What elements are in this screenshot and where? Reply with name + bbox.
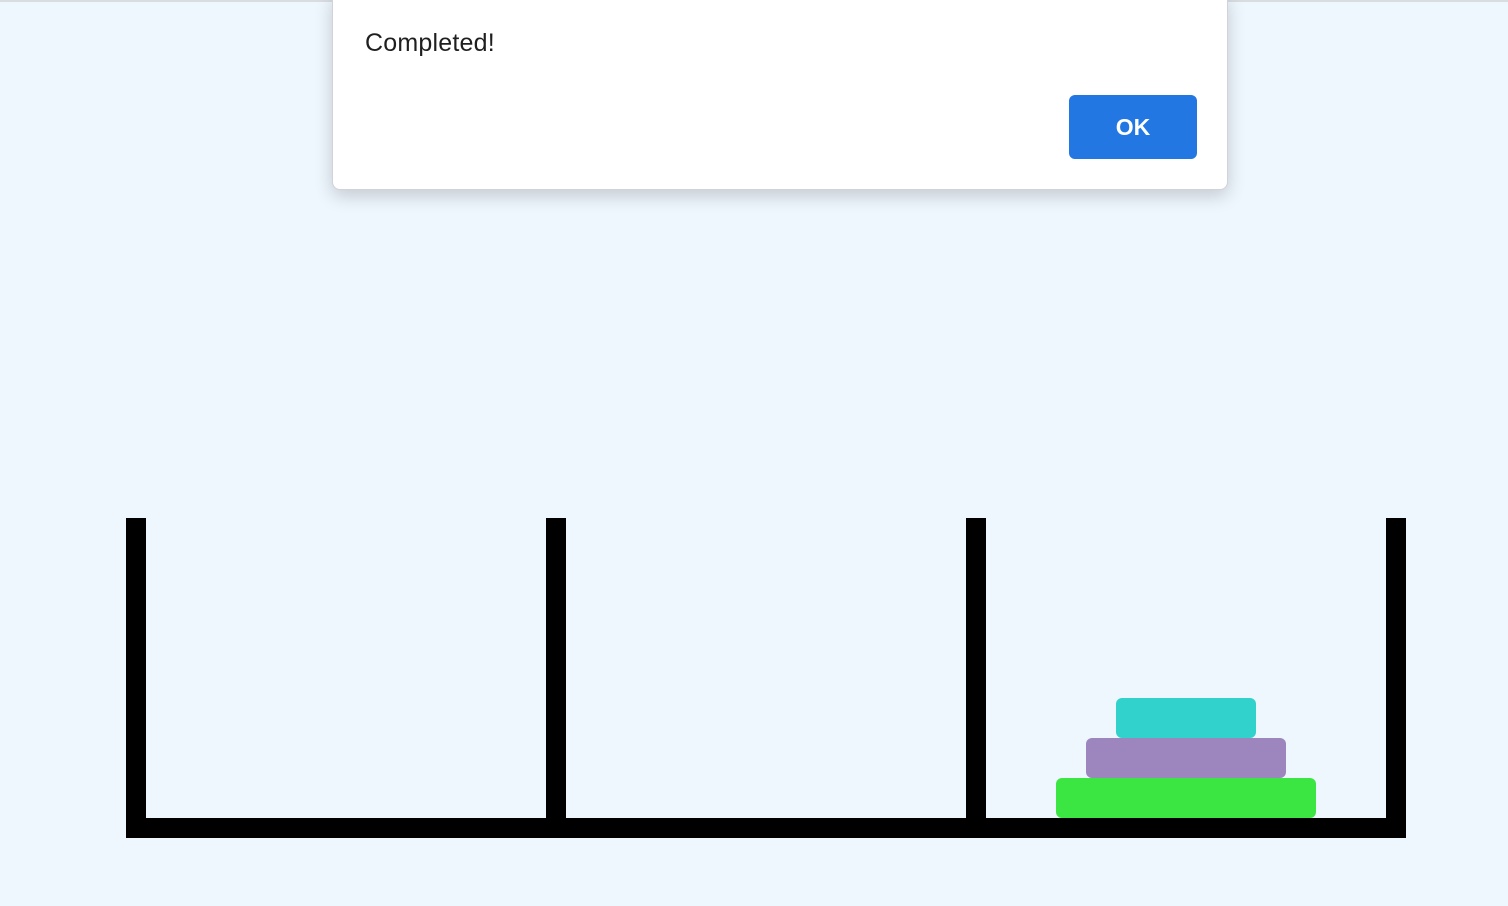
disk-size-2[interactable] [1086, 738, 1286, 778]
tower-wall-right [1386, 518, 1406, 818]
tower-wall-divider-1 [546, 518, 566, 818]
tower-1[interactable] [146, 518, 546, 818]
tower-2[interactable] [566, 518, 966, 818]
board-base [126, 818, 1406, 838]
tower-wall-left [126, 518, 146, 818]
alert-dialog: Completed! OK [332, 0, 1228, 190]
disk-size-3[interactable] [1056, 778, 1316, 818]
ok-button[interactable]: OK [1069, 95, 1197, 159]
disk-size-1[interactable] [1116, 698, 1256, 738]
dialog-message: Completed! [365, 29, 495, 57]
tower-wall-divider-2 [966, 518, 986, 818]
game-board [126, 518, 1406, 838]
tower-3[interactable] [986, 518, 1386, 818]
